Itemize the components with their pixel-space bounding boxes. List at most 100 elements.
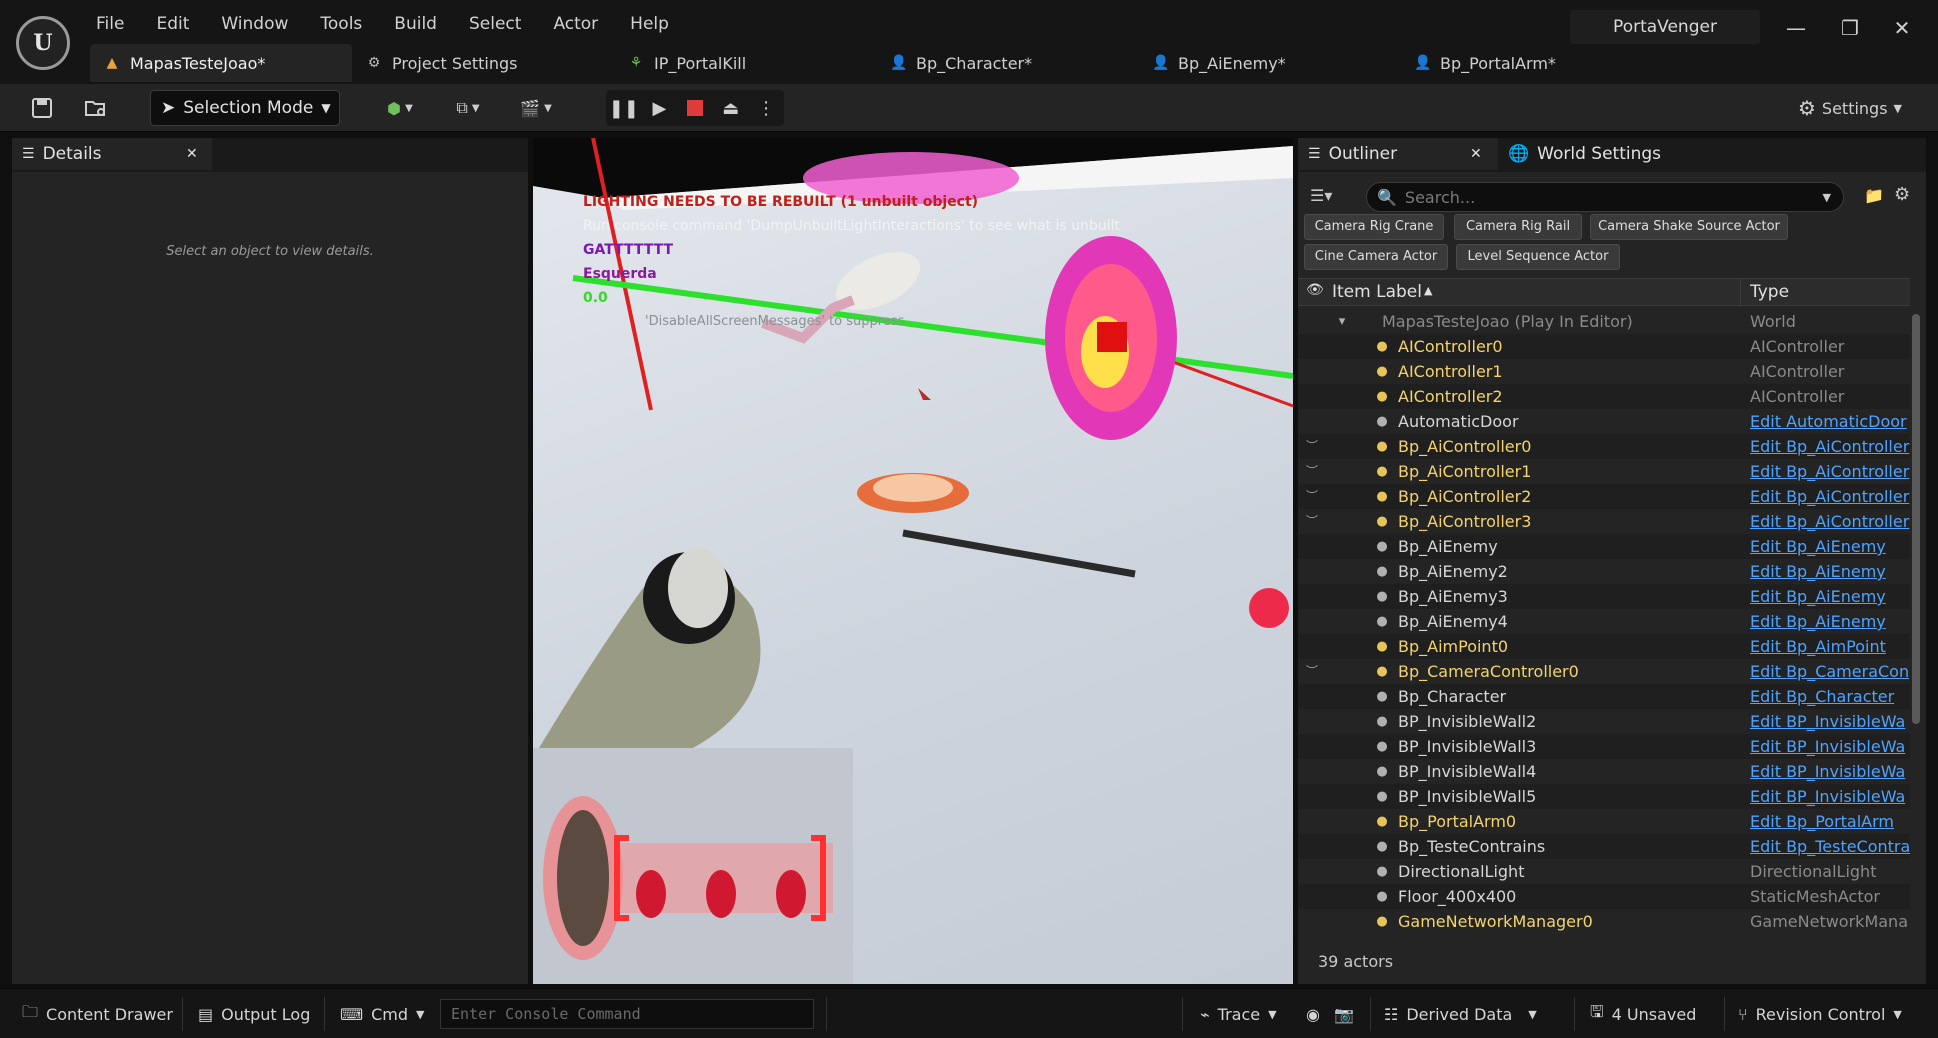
tab-project-settings[interactable]: ⚙ Project Settings: [352, 44, 614, 82]
world-settings-tab[interactable]: 🌐 World Settings: [1508, 138, 1661, 170]
outliner-row[interactable]: ● Bp_AiEnemy3 Edit Bp_AiEnemy: [1298, 584, 1910, 609]
edit-blueprint-link[interactable]: Edit Bp_AiEnemy: [1750, 609, 1910, 634]
outliner-row[interactable]: ︶ ● Bp_CameraController0 Edit Bp_CameraCon: [1298, 659, 1910, 684]
edit-blueprint-link[interactable]: Edit Bp_AiEnemy: [1750, 534, 1910, 559]
edit-blueprint-link[interactable]: Edit Bp_AiController: [1750, 434, 1910, 459]
edit-blueprint-link[interactable]: Edit Bp_TesteContra: [1750, 834, 1910, 859]
menu-actor[interactable]: Actor: [537, 10, 614, 38]
menu-window[interactable]: Window: [205, 10, 304, 38]
outliner-row[interactable]: ● Bp_AimPoint0 Edit Bp_AimPoint: [1298, 634, 1910, 659]
unreal-logo-icon[interactable]: U: [16, 16, 70, 70]
filter-camera-rig-crane[interactable]: Camera Rig Crane: [1304, 214, 1444, 240]
outliner-row[interactable]: ● BP_InvisibleWall4 Edit BP_InvisibleWa: [1298, 759, 1910, 784]
outliner-row[interactable]: ● AIController1 AIController: [1298, 359, 1910, 384]
add-actor-icon[interactable]: ⬢ ▼: [378, 92, 422, 124]
menu-file[interactable]: File: [80, 10, 140, 38]
outliner-row[interactable]: ● Floor_400x400 StaticMeshActor: [1298, 884, 1910, 909]
outliner-row[interactable]: ● DirectionalLight DirectionalLight: [1298, 859, 1910, 884]
menu-tools[interactable]: Tools: [304, 10, 378, 38]
menu-edit[interactable]: Edit: [140, 10, 205, 38]
edit-blueprint-link[interactable]: Edit AutomaticDoor: [1750, 409, 1910, 434]
record-icon[interactable]: ◉: [1306, 997, 1320, 1031]
outliner-row[interactable]: ︶ ● Bp_AiController3 Edit Bp_AiController: [1298, 509, 1910, 534]
tab-bp-character[interactable]: 👤 Bp_Character*: [876, 44, 1138, 82]
hidden-eye-icon[interactable]: ︶: [1306, 434, 1322, 459]
menu-select[interactable]: Select: [453, 10, 537, 38]
gear-icon[interactable]: ⚙: [1894, 184, 1910, 205]
edit-blueprint-link[interactable]: Edit BP_InvisibleWa: [1750, 784, 1910, 809]
outliner-row[interactable]: ● Bp_TesteContrains Edit Bp_TesteContra: [1298, 834, 1910, 859]
edit-blueprint-link[interactable]: Edit Bp_AimPoint: [1750, 634, 1910, 659]
menu-help[interactable]: Help: [614, 10, 685, 38]
edit-blueprint-link[interactable]: Edit Bp_AiController: [1750, 459, 1910, 484]
close-window-button[interactable]: ✕: [1888, 14, 1916, 42]
save-icon[interactable]: [26, 92, 58, 124]
selection-mode-dropdown[interactable]: ➤ Selection Mode ▼: [150, 90, 340, 126]
outliner-row[interactable]: ● Bp_AiEnemy2 Edit Bp_AiEnemy: [1298, 559, 1910, 584]
browse-icon[interactable]: [80, 92, 112, 124]
restore-button[interactable]: ❐: [1836, 14, 1864, 42]
edit-blueprint-link[interactable]: Edit Bp_AiEnemy: [1750, 559, 1910, 584]
edit-blueprint-link[interactable]: Edit Bp_PortalArm: [1750, 809, 1910, 834]
outliner-row[interactable]: ● Bp_PortalArm0 Edit Bp_PortalArm: [1298, 809, 1910, 834]
hidden-eye-icon[interactable]: ︶: [1306, 509, 1322, 534]
edit-blueprint-link[interactable]: Edit Bp_Character: [1750, 684, 1910, 709]
outliner-row[interactable]: ● BP_InvisibleWall2 Edit BP_InvisibleWa: [1298, 709, 1910, 734]
cinematics-icon[interactable]: 🎬 ▼: [514, 92, 558, 124]
output-log-button[interactable]: ▤ Output Log: [198, 997, 310, 1031]
filter-icon[interactable]: ☰▾: [1310, 186, 1332, 205]
content-drawer-button[interactable]: 🗀 Content Drawer: [22, 997, 173, 1031]
edit-blueprint-link[interactable]: Edit Bp_AiController: [1750, 509, 1910, 534]
type-column[interactable]: Type: [1750, 282, 1789, 302]
edit-blueprint-link[interactable]: Edit Bp_AiController: [1750, 484, 1910, 509]
filter-camera-rig-rail[interactable]: Camera Rig Rail: [1454, 214, 1582, 240]
settings-button[interactable]: ⚙ Settings ▼: [1790, 92, 1910, 124]
details-tab[interactable]: ☰ Details ✕: [12, 138, 212, 170]
stop-icon[interactable]: [677, 90, 713, 126]
outliner-row[interactable]: ● BP_InvisibleWall3 Edit BP_InvisibleWa: [1298, 734, 1910, 759]
filter-camera-shake-source[interactable]: Camera Shake Source Actor: [1590, 214, 1788, 240]
tab-bp-portalarm[interactable]: 👤 Bp_PortalArm*: [1400, 44, 1662, 82]
outliner-scrollbar[interactable]: [1912, 314, 1920, 724]
more-options-icon[interactable]: ⋮: [748, 90, 784, 126]
unsaved-button[interactable]: 🖫 4 Unsaved: [1590, 997, 1696, 1031]
outliner-row[interactable]: ● AutomaticDoor Edit AutomaticDoor: [1298, 409, 1910, 434]
revision-control-dropdown[interactable]: ⑂ Revision Control ▼: [1738, 997, 1902, 1031]
pause-icon[interactable]: ❚❚: [606, 90, 642, 126]
hidden-eye-icon[interactable]: ︶: [1306, 459, 1322, 484]
expand-arrow-icon[interactable]: ▾: [1334, 314, 1350, 330]
blueprint-menu-icon[interactable]: ⧉ ▼: [446, 92, 490, 124]
trace-dropdown[interactable]: ⌁ Trace ▼: [1200, 997, 1277, 1031]
cmd-dropdown[interactable]: ⌨ Cmd ▼: [340, 997, 424, 1031]
step-icon[interactable]: ▶︎: [642, 90, 678, 126]
filter-level-sequence-actor[interactable]: Level Sequence Actor: [1456, 244, 1620, 270]
outliner-row[interactable]: ● GameNetworkManager0 GameNetworkMana: [1298, 909, 1910, 934]
derived-data-dropdown[interactable]: ☷ Derived Data ▼: [1384, 997, 1537, 1031]
close-icon[interactable]: ✕: [1470, 146, 1482, 162]
level-viewport[interactable]: LIGHTING NEEDS TO BE REBUILT (1 unbuilt …: [533, 138, 1293, 984]
visibility-icon[interactable]: 👁: [1306, 282, 1324, 298]
screenshot-icon[interactable]: 📷: [1334, 997, 1354, 1031]
outliner-row[interactable]: ︶ ● Bp_AiController0 Edit Bp_AiController: [1298, 434, 1910, 459]
outliner-row[interactable]: ● Bp_AiEnemy4 Edit Bp_AiEnemy: [1298, 609, 1910, 634]
chevron-down-icon[interactable]: ▼: [1823, 191, 1831, 204]
close-icon[interactable]: ✕: [186, 146, 198, 162]
item-label-column[interactable]: Item Label: [1332, 282, 1422, 302]
edit-blueprint-link[interactable]: Edit Bp_AiEnemy: [1750, 584, 1910, 609]
edit-blueprint-link[interactable]: Edit BP_InvisibleWa: [1750, 734, 1910, 759]
outliner-tab[interactable]: ☰ Outliner ✕: [1298, 138, 1498, 170]
minimize-button[interactable]: —: [1782, 14, 1810, 42]
outliner-row[interactable]: ● AIController2 AIController: [1298, 384, 1910, 409]
tab-bp-aienemy[interactable]: 👤 Bp_AiEnemy*: [1138, 44, 1400, 82]
console-command-input[interactable]: Enter Console Command: [440, 999, 814, 1029]
tab-ip-portalkill[interactable]: ⚘ IP_PortalKill: [614, 44, 876, 82]
column-divider[interactable]: [1740, 279, 1741, 307]
outliner-row[interactable]: ▾ MapasTesteJoao (Play In Editor) World: [1298, 309, 1910, 334]
eject-icon[interactable]: ⏏: [713, 90, 749, 126]
outliner-row[interactable]: ︶ ● Bp_AiController1 Edit Bp_AiController: [1298, 459, 1910, 484]
outliner-row[interactable]: ● Bp_AiEnemy Edit Bp_AiEnemy: [1298, 534, 1910, 559]
outliner-row[interactable]: ● AIController0 AIController: [1298, 334, 1910, 359]
hidden-eye-icon[interactable]: ︶: [1306, 659, 1322, 684]
edit-blueprint-link[interactable]: Edit BP_InvisibleWa: [1750, 759, 1910, 784]
tab-mapastestejoao[interactable]: ▲ MapasTesteJoao*: [90, 44, 352, 82]
